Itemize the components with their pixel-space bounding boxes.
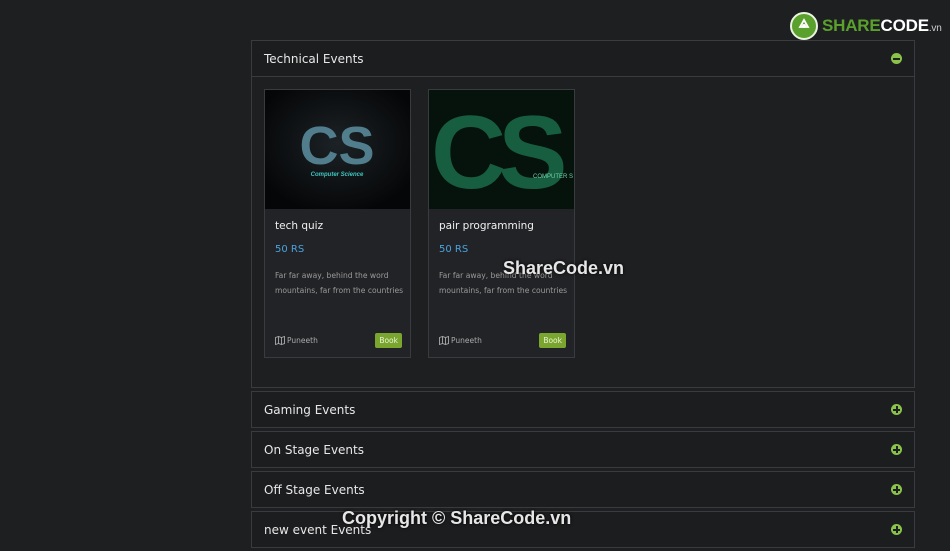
- collapse-minus-icon[interactable]: [891, 53, 902, 64]
- expand-plus-icon[interactable]: [891, 444, 902, 455]
- svg-text:Computer Science: Computer Science: [311, 172, 364, 178]
- card-footer: Puneeth Book: [275, 333, 402, 348]
- event-card: CS COMPUTER S pair programming 50 RS Far…: [428, 89, 575, 358]
- expand-plus-icon[interactable]: [891, 524, 902, 535]
- event-price: 50 RS: [439, 244, 469, 255]
- section-header[interactable]: Gaming Events: [252, 392, 914, 427]
- watermark-center: ShareCode.vn: [503, 258, 625, 278]
- section-title: Gaming Events: [264, 402, 356, 417]
- map-icon: [439, 336, 449, 345]
- section-on-stage-events: On Stage Events: [251, 431, 915, 468]
- sharecode-logo: SHARECODE.vn: [790, 9, 942, 43]
- svg-text:CS: CS: [431, 95, 564, 209]
- section-title: Off Stage Events: [264, 482, 365, 497]
- author-name: Puneeth: [451, 336, 482, 345]
- book-button[interactable]: Book: [375, 333, 402, 348]
- event-title: pair programming: [439, 220, 534, 232]
- svg-text:CS: CS: [299, 116, 374, 176]
- map-icon: [275, 336, 285, 345]
- author-name: Puneeth: [287, 336, 318, 345]
- logo-share-text: SHARE: [822, 16, 881, 35]
- event-title: tech quiz: [275, 220, 324, 232]
- event-description: Far far away, behind the word mountains,…: [275, 271, 404, 295]
- logo-code-text: CODE: [880, 16, 930, 35]
- event-price: 50 RS: [275, 244, 305, 255]
- section-off-stage-events: Off Stage Events: [251, 471, 915, 508]
- expand-plus-icon[interactable]: [891, 484, 902, 495]
- book-button[interactable]: Book: [539, 333, 566, 348]
- section-technical-events: Technical Events CS Computer Science tec…: [251, 40, 915, 388]
- section-header[interactable]: Off Stage Events: [252, 472, 914, 507]
- event-image: CS Computer Science: [265, 90, 410, 209]
- events-accordion: Technical Events CS Computer Science tec…: [251, 40, 915, 551]
- svg-text:COMPUTER S: COMPUTER S: [533, 174, 573, 180]
- section-header[interactable]: Technical Events: [252, 41, 914, 76]
- expand-plus-icon[interactable]: [891, 404, 902, 415]
- event-image: CS COMPUTER S: [429, 90, 574, 209]
- author: Puneeth: [275, 336, 318, 345]
- recycle-icon: [790, 12, 818, 40]
- logo-vn-text: .vn: [928, 23, 942, 34]
- author: Puneeth: [439, 336, 482, 345]
- section-title: Technical Events: [264, 51, 364, 66]
- section-header[interactable]: On Stage Events: [252, 432, 914, 467]
- section-gaming-events: Gaming Events: [251, 391, 915, 428]
- card-footer: Puneeth Book: [439, 333, 566, 348]
- watermark-copyright: Copyright © ShareCode.vn: [342, 508, 572, 528]
- section-body: CS Computer Science tech quiz 50 RS Far …: [252, 76, 914, 387]
- section-title: On Stage Events: [264, 442, 364, 457]
- event-card: CS Computer Science tech quiz 50 RS Far …: [264, 89, 411, 358]
